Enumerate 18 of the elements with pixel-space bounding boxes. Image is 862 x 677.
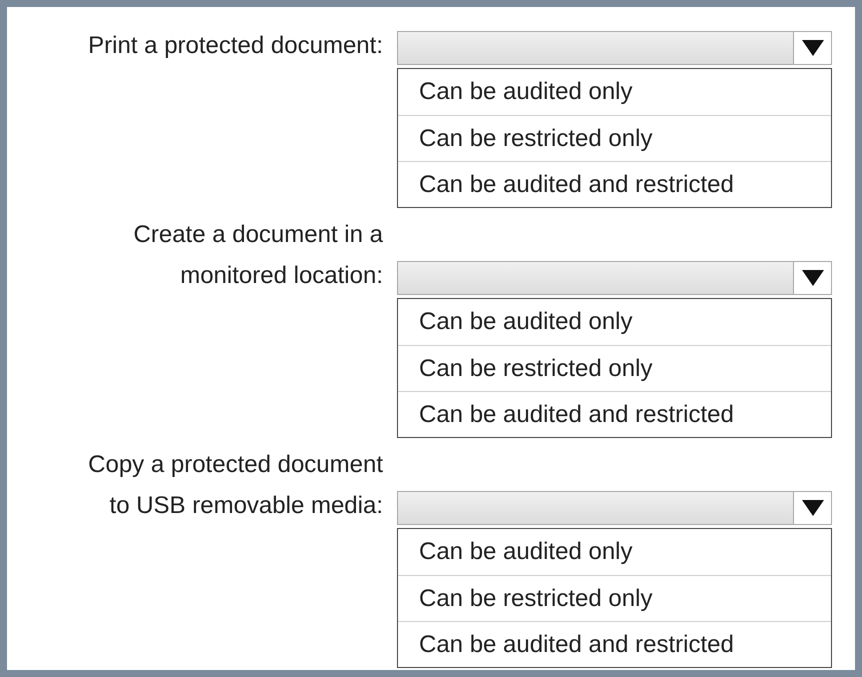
option-item[interactable]: Can be restricted only xyxy=(398,115,831,161)
dropdown[interactable] xyxy=(397,31,832,65)
question-label: Print a protected document: xyxy=(88,31,383,61)
option-item[interactable]: Can be audited and restricted xyxy=(398,621,831,667)
option-item[interactable]: Can be audited only xyxy=(398,69,831,115)
question-label: Copy a protected document to USB removable media: xyxy=(88,450,383,521)
option-item[interactable]: Can be audited only xyxy=(398,299,831,345)
caret-down-icon xyxy=(802,500,824,516)
caret-down-icon xyxy=(802,40,824,56)
option-item[interactable]: Can be audited and restricted xyxy=(398,391,831,437)
option-item[interactable]: Can be audited only xyxy=(398,529,831,575)
option-item[interactable]: Can be restricted only xyxy=(398,345,831,391)
caret-down-icon xyxy=(802,270,824,286)
option-item[interactable]: Can be audited and restricted xyxy=(398,161,831,207)
dropdown[interactable] xyxy=(397,491,832,525)
dropdown[interactable] xyxy=(397,261,832,295)
option-item[interactable]: Can be restricted only xyxy=(398,575,831,621)
question-label: Create a document in a monitored location: xyxy=(134,220,383,291)
